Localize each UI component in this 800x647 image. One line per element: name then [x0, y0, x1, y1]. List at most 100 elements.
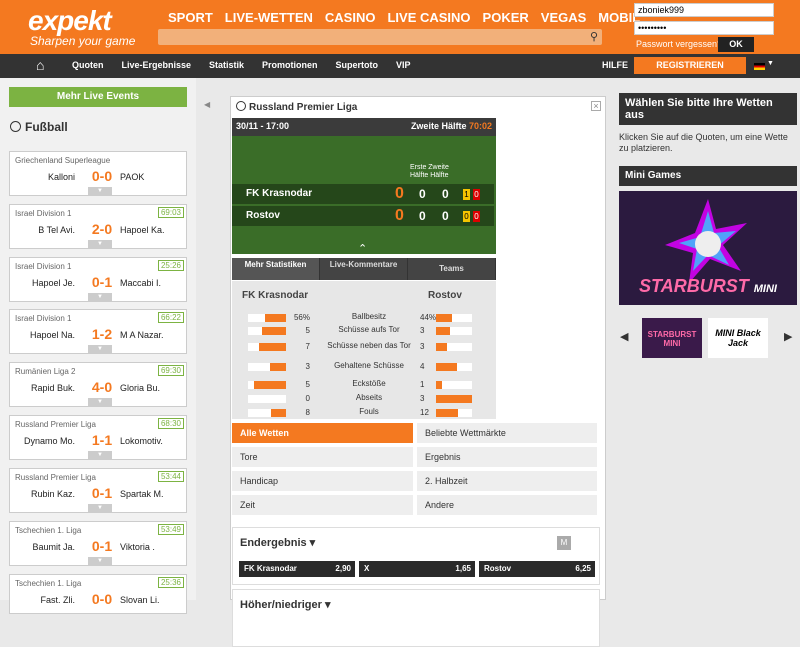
red-card-count: 0	[473, 189, 480, 200]
nav-live-casino[interactable]: LIVE CASINO	[387, 10, 470, 25]
password-field[interactable]	[634, 21, 774, 35]
home-stat-value: 5	[305, 326, 310, 335]
filter-beliebte-wettmaerkte[interactable]: Beliebte Wettmärkte	[417, 423, 597, 443]
nav-sport[interactable]: SPORT	[168, 10, 213, 25]
odds-button-home[interactable]: FK Krasnodar 2,90	[239, 561, 355, 577]
starburst-banner[interactable]: STARBURST MINI	[619, 191, 797, 305]
forgot-password-link[interactable]: Passwort vergessen?	[636, 39, 722, 49]
search-input[interactable]: ⚲	[158, 29, 602, 45]
market-title[interactable]: Endergebnis ▾	[240, 536, 315, 549]
home-icon[interactable]: ⌂	[36, 57, 44, 73]
away-stat-value: 44%	[420, 313, 437, 322]
expand-icon[interactable]: ▼	[88, 240, 112, 248]
match-score: 1-2	[91, 326, 113, 342]
register-button[interactable]: REGISTRIEREN	[634, 57, 746, 74]
live-match-card[interactable]: Israel Division 1 66:22 Hapoel Na. 1-2 M…	[9, 309, 187, 354]
chevron-right-icon[interactable]: ▶	[784, 330, 792, 343]
close-icon[interactable]: ×	[591, 101, 601, 111]
expand-icon[interactable]: ▼	[88, 293, 112, 301]
live-match-card[interactable]: Israel Division 1 69:03 B Tel Avi. 2-0 H…	[9, 204, 187, 249]
subnav-statistik[interactable]: Statistik	[209, 60, 244, 70]
odds-button-away[interactable]: Rostov 6,25	[479, 561, 595, 577]
nav-poker[interactable]: POKER	[483, 10, 529, 25]
filter-ergebnis[interactable]: Ergebnis	[417, 447, 597, 467]
stat-label: Fouls	[359, 407, 379, 416]
tab-more-stats[interactable]: Mehr Statistiken	[232, 258, 320, 280]
subnav-quoten[interactable]: Quoten	[72, 60, 104, 70]
right-sidebar: Wählen Sie bitte Ihre Wetten aus Klicken…	[618, 90, 800, 600]
expand-icon[interactable]: ▼	[88, 398, 112, 406]
expand-icon[interactable]: ▼	[88, 451, 112, 459]
subnav-supertoto[interactable]: Supertoto	[336, 60, 379, 70]
away-stat-value: 3	[420, 342, 425, 351]
tab-live-comments[interactable]: Live-Kommentare	[320, 258, 408, 280]
home-stat-bar	[248, 409, 286, 417]
home-stat-value: 56%	[293, 313, 310, 322]
away-stat-fill	[436, 343, 447, 351]
nav-vegas[interactable]: VEGAS	[541, 10, 587, 25]
more-live-events-button[interactable]: Mehr Live Events	[9, 87, 187, 107]
live-match-card[interactable]: Israel Division 1 25:26 Hapoel Je. 0-1 M…	[9, 257, 187, 302]
match-clock: 66:22	[157, 312, 184, 323]
username-field[interactable]	[634, 3, 774, 17]
tab-teams[interactable]: Teams	[408, 258, 496, 280]
stat-label: Gehaltene Schüsse	[334, 361, 404, 370]
expand-icon[interactable]: ▼	[88, 345, 112, 353]
nav-casino[interactable]: CASINO	[325, 10, 376, 25]
filter-tore[interactable]: Tore	[232, 447, 413, 467]
yellow-card-count: 0	[463, 211, 470, 222]
live-match-card[interactable]: Tschechien 1. Liga 25:36 Fast. Zli. 0-0 …	[9, 574, 187, 614]
left-sidebar: Mehr Live Events Fußball Griechenland Su…	[0, 78, 196, 614]
filter-alle-wetten[interactable]: Alle Wetten	[232, 423, 413, 443]
match-home: Kalloni	[47, 172, 75, 182]
help-link[interactable]: HILFE	[602, 60, 628, 70]
login-ok-button[interactable]: OK	[718, 37, 754, 52]
home-first-half: 0	[419, 187, 426, 201]
subnav-live-ergebnisse[interactable]: Live-Ergebnisse	[122, 60, 192, 70]
live-match-card[interactable]: Tschechien 1. Liga 53:49 Baumit Ja. 0-1 …	[9, 521, 187, 566]
chevron-down-icon[interactable]: ▼	[767, 60, 774, 67]
thumbnail-mini-black-jack[interactable]: MINI Black Jack	[708, 318, 768, 358]
filter-andere[interactable]: Andere	[417, 495, 597, 515]
stat-label: Ballbesitz	[351, 312, 387, 321]
thumbnail-starburst-mini[interactable]: STARBURST MINI	[642, 318, 702, 358]
match-away: M A Nazar.	[120, 330, 164, 340]
away-stat-bar	[436, 314, 472, 322]
collapse-sidebar-icon[interactable]: ◀	[204, 100, 210, 109]
filter-2-halbzeit[interactable]: 2. Halbzeit	[417, 471, 597, 491]
away-stat-value: 3	[420, 326, 425, 335]
match-home: Fast. Zli.	[40, 595, 75, 605]
expekt-logo[interactable]: expekt	[28, 5, 112, 37]
match-score: 0-0	[91, 168, 113, 184]
betslip-hint: Klicken Sie auf die Quoten, um eine Wett…	[619, 132, 788, 153]
match-league: Tschechien 1. Liga	[15, 579, 82, 588]
match-league: Israel Division 1	[15, 262, 72, 271]
nav-live-wetten[interactable]: LIVE-WETTEN	[225, 10, 313, 25]
german-flag-icon[interactable]	[754, 63, 765, 70]
market-badge[interactable]: M	[557, 536, 571, 550]
home-stat-value: 7	[305, 342, 310, 351]
search-icon[interactable]: ⚲	[590, 30, 598, 43]
live-match-card[interactable]: Griechenland Superleague Kalloni 0-0 PAO…	[9, 151, 187, 196]
odds-button-draw[interactable]: X 1,65	[359, 561, 475, 577]
game-thumbnails: ◀ STARBURST MINI MINI Black Jack ▶	[618, 318, 798, 360]
match-score: 0-1	[91, 274, 113, 290]
live-match-card[interactable]: Russland Premier Liga 68:30 Dynamo Mo. 1…	[9, 415, 187, 460]
expand-icon[interactable]: ▼	[88, 187, 112, 195]
home-stat-bar	[248, 327, 286, 335]
chevron-up-icon[interactable]: ⌃	[358, 242, 367, 255]
top-bar: expekt Sharpen your game SPORT LIVE-WETT…	[0, 0, 800, 54]
filter-handicap[interactable]: Handicap	[232, 471, 413, 491]
filter-zeit[interactable]: Zeit	[232, 495, 413, 515]
red-card-count: 0	[473, 211, 480, 222]
stat-label: Eckstöße	[352, 379, 386, 388]
expand-icon[interactable]: ▼	[88, 504, 112, 512]
subnav-vip[interactable]: VIP	[396, 60, 411, 70]
live-match-card[interactable]: Rumänien Liga 2 69:30 Rapid Buk. 4-0 Glo…	[9, 362, 187, 407]
chevron-left-icon[interactable]: ◀	[620, 330, 628, 343]
expand-icon[interactable]: ▼	[88, 557, 112, 565]
mini-games-heading: Mini Games	[619, 166, 797, 186]
away-first-half: 0	[419, 209, 426, 223]
subnav-promotionen[interactable]: Promotionen	[262, 60, 318, 70]
live-match-card[interactable]: Russland Premier Liga 53:44 Rubin Kaz. 0…	[9, 468, 187, 513]
